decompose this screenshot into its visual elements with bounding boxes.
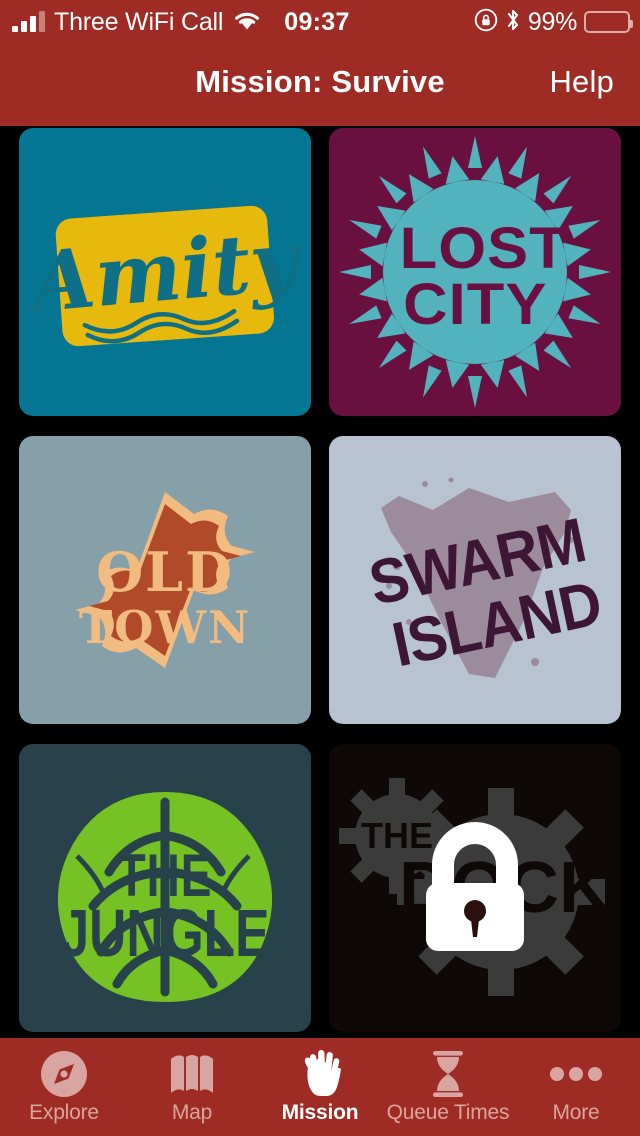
old-town-artwork: OLD TOWN [19,436,311,724]
mission-card-old-town[interactable]: OLD TOWN [19,436,311,724]
battery-percent-label: 99% [527,7,577,36]
nav-bar: Mission: Survive Help [0,44,640,126]
mission-card-grid: Amity LOST CITY OLD TOWN SWARM ISLAND TH… [0,126,640,1038]
lock-icon [416,821,534,955]
mission-card-the-jungle[interactable]: THE JUNGLE [19,744,311,1032]
bluetooth-icon [505,7,521,38]
svg-text:CITY: CITY [403,272,547,337]
ellipsis-icon [548,1049,604,1099]
tab-more[interactable]: More [512,1038,640,1136]
tab-queue-times-label: Queue Times [386,1101,510,1124]
hand-icon [296,1049,344,1099]
swarm-island-artwork: SWARM ISLAND [329,436,621,724]
status-bar-right: 99% [474,0,633,44]
tab-more-label: More [552,1101,600,1124]
rotation-lock-icon [474,8,498,37]
tab-mission[interactable]: Mission [256,1038,384,1136]
hourglass-icon [426,1049,470,1099]
compass-icon [38,1049,90,1099]
tab-explore-label: Explore [29,1101,99,1124]
tab-explore[interactable]: Explore [0,1038,128,1136]
tab-map[interactable]: Map [128,1038,256,1136]
amity-artwork: Amity [19,128,311,416]
svg-text:TOWN: TOWN [79,601,251,654]
map-icon [168,1049,216,1099]
battery-full-icon [584,11,633,33]
tab-map-label: Map [171,1101,213,1124]
app-screen: Three WiFi Call 09:37 99% Mission: Survi… [0,0,640,1136]
svg-text:JUNGLE: JUNGLE [61,895,270,970]
page-title: Mission: Survive [195,64,445,99]
tab-queue-times[interactable]: Queue Times [384,1038,512,1136]
svg-text:OLD: OLD [96,540,234,604]
mission-card-swarm-island[interactable]: SWARM ISLAND [329,436,621,724]
lost-city-artwork: LOST CITY [329,128,621,416]
tab-mission-label: Mission [281,1101,359,1124]
mission-card-the-dock-locked[interactable]: THE DOCK [329,744,621,1032]
mission-card-amity[interactable]: Amity [19,128,311,416]
tab-bar: Explore Map Mission Queue Times More [0,1038,640,1136]
status-bar: Three WiFi Call 09:37 99% [0,0,640,44]
help-button[interactable]: Help [549,64,614,100]
the-jungle-artwork: THE JUNGLE [19,744,311,1032]
mission-card-lost-city[interactable]: LOST CITY [329,128,621,416]
